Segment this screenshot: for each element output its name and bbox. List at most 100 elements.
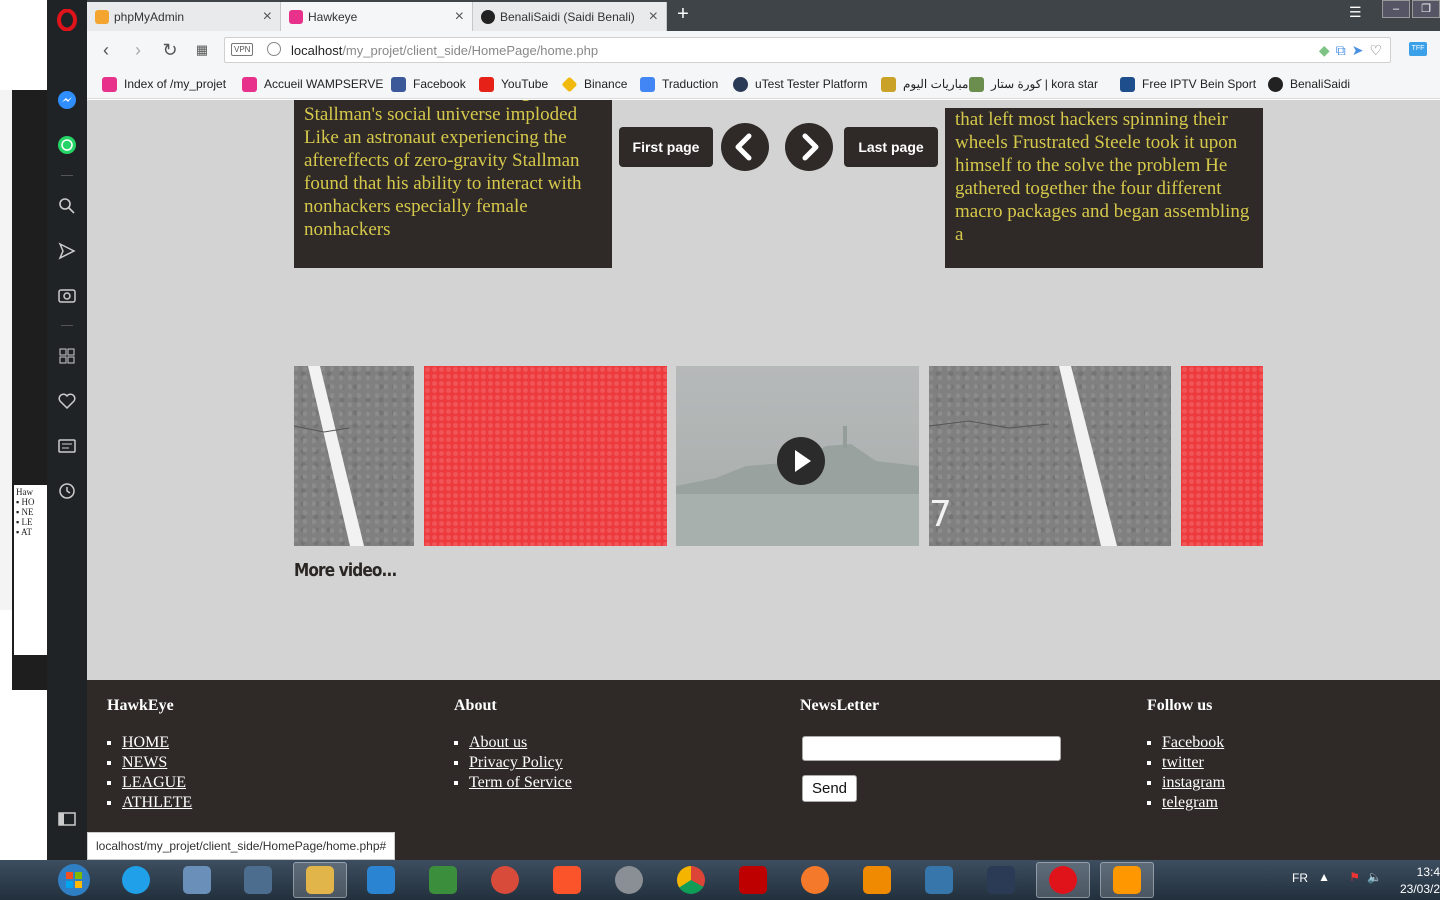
speed-dial-icon[interactable]: [47, 341, 87, 371]
footer-link-terms[interactable]: Term of Service: [469, 774, 572, 791]
camera-icon[interactable]: [47, 280, 87, 310]
close-icon[interactable]: ×: [649, 8, 658, 26]
taskbar-app[interactable]: [478, 862, 532, 898]
footer-link-telegram[interactable]: telegram: [1162, 794, 1218, 811]
url-text[interactable]: localhost/my_projet/client_side/HomePage…: [291, 43, 598, 58]
close-icon[interactable]: ×: [455, 8, 464, 26]
translate-icon[interactable]: ⧉: [1336, 42, 1346, 59]
taskbar-chrome[interactable]: [664, 862, 718, 898]
sidebar-toggle-icon[interactable]: [47, 804, 87, 834]
bookmark-label: Facebook: [413, 77, 466, 91]
taskbar-blender[interactable]: [788, 862, 842, 898]
more-video-link[interactable]: More video...: [294, 560, 397, 581]
new-tab-button[interactable]: +: [673, 4, 693, 25]
prev-page-button[interactable]: [721, 123, 769, 171]
footer-link-news[interactable]: NEWS: [122, 754, 167, 771]
tab-bar: phpMyAdmin × Hawkeye × BenaliSaidi (Said…: [87, 0, 1440, 31]
clock-time[interactable]: 13:4: [1400, 865, 1440, 879]
taskbar-app[interactable]: [602, 862, 656, 898]
whatsapp-icon[interactable]: [47, 130, 87, 160]
bookmark-heart-icon[interactable]: ♡: [1369, 42, 1382, 59]
bookmark-github[interactable]: BenaliSaidi: [1268, 76, 1350, 92]
search-icon[interactable]: [47, 191, 87, 221]
tab-phpmyadmin[interactable]: phpMyAdmin ×: [87, 2, 281, 31]
newsletter-send-button[interactable]: Send: [802, 775, 857, 802]
bookmark-korastar[interactable]: كورة ستار | kora star: [969, 76, 1098, 92]
extension-icon[interactable]: TFF: [1409, 42, 1427, 56]
history-icon[interactable]: [47, 476, 87, 506]
bookmark-wampserver[interactable]: Accueil WAMPSERVE: [242, 76, 383, 92]
minimize-button[interactable]: –: [1382, 0, 1410, 18]
taskbar-monitor[interactable]: [416, 862, 470, 898]
opera-menu-icon[interactable]: [47, 5, 87, 35]
footer-link-instagram[interactable]: instagram: [1162, 774, 1225, 791]
address-field[interactable]: VPN localhost/my_projet/client_side/Home…: [224, 37, 1391, 63]
taskbar-explorer[interactable]: [293, 862, 347, 898]
video-thumbnail[interactable]: [676, 366, 919, 546]
taskbar-python[interactable]: [912, 862, 966, 898]
bookmark-utest[interactable]: uTest Tester Platform: [733, 76, 868, 92]
footer-link-privacy[interactable]: Privacy Policy: [469, 754, 563, 771]
taskbar-keyboard[interactable]: [231, 862, 285, 898]
taskbar-calculator[interactable]: [170, 862, 224, 898]
brave-icon: [553, 866, 581, 894]
bookmark-binance[interactable]: Binance: [561, 76, 627, 92]
footer-link-home[interactable]: HOME: [122, 734, 169, 751]
messenger-icon[interactable]: [47, 85, 87, 115]
bookmark-matches[interactable]: مباريات اليوم: [881, 76, 968, 92]
video-thumbnail[interactable]: [1181, 366, 1263, 546]
taskbar-internet-explorer[interactable]: [109, 862, 163, 898]
footer-link-league[interactable]: LEAGUE: [122, 774, 186, 791]
tab-menu-icon[interactable]: ☰: [1349, 4, 1362, 21]
bookmark-iptv[interactable]: Free IPTV Bein Sport: [1120, 76, 1256, 92]
clock-date[interactable]: 23/03/2: [1400, 882, 1440, 896]
bookmark-index[interactable]: Index of /my_projet: [102, 76, 226, 92]
maximize-button[interactable]: ❐: [1412, 0, 1440, 18]
tabs-grid-icon[interactable]: ▦: [191, 39, 213, 61]
bookmark-traduction[interactable]: Traduction: [640, 76, 718, 92]
keyboard-icon: [244, 866, 272, 894]
play-icon[interactable]: [776, 436, 826, 486]
forward-button[interactable]: ›: [127, 39, 149, 61]
vpn-badge[interactable]: VPN: [231, 43, 254, 56]
close-icon[interactable]: ×: [263, 8, 272, 26]
footer-link-twitter[interactable]: twitter: [1162, 754, 1204, 771]
taskbar-video-editor[interactable]: [974, 862, 1028, 898]
video-thumbnail[interactable]: [424, 366, 667, 546]
news-icon[interactable]: [47, 431, 87, 461]
start-button[interactable]: [47, 862, 101, 898]
language-indicator[interactable]: FR: [1292, 871, 1308, 885]
newsletter-email-input[interactable]: [802, 736, 1061, 761]
first-page-button[interactable]: First page: [619, 127, 713, 167]
sidebar-separator: [61, 175, 73, 176]
footer-link-about-us[interactable]: About us: [469, 734, 527, 751]
last-page-button[interactable]: Last page: [844, 127, 938, 167]
next-page-button[interactable]: [785, 123, 833, 171]
bookmark-facebook[interactable]: Facebook: [391, 76, 466, 92]
back-button[interactable]: ‹: [95, 39, 117, 61]
taskbar-media-player[interactable]: [354, 862, 408, 898]
tab-github[interactable]: BenaliSaidi (Saidi Benali) ×: [473, 2, 667, 31]
address-toolbar: ‹ › ↻ ▦ VPN localhost/my_projet/client_s…: [87, 31, 1440, 69]
share-icon[interactable]: ➤: [1352, 42, 1364, 59]
heart-icon[interactable]: [47, 386, 87, 416]
taskbar-vlc[interactable]: [850, 862, 904, 898]
taskbar-filezilla[interactable]: [726, 862, 780, 898]
taskbar-opera[interactable]: [1036, 862, 1090, 898]
send-icon[interactable]: [47, 236, 87, 266]
taskbar-sublime[interactable]: [1100, 862, 1154, 898]
footer-link-athlete[interactable]: ATHLETE: [122, 794, 192, 811]
volume-icon[interactable]: 🔈: [1367, 870, 1382, 884]
bookmark-label: uTest Tester Platform: [755, 77, 868, 91]
tray-expand-icon[interactable]: ▲: [1318, 870, 1330, 884]
reload-button[interactable]: ↻: [159, 39, 181, 61]
video-thumbnail[interactable]: [294, 366, 414, 546]
tab-hawkeye[interactable]: Hawkeye ×: [281, 2, 473, 31]
extension-cube-icon[interactable]: ◆: [1319, 42, 1330, 59]
bookmark-youtube[interactable]: YouTube: [479, 76, 548, 92]
video-thumbnail[interactable]: 7: [929, 366, 1171, 546]
right-article-card: that left most hackers spinning their wh…: [945, 108, 1263, 268]
taskbar-brave[interactable]: [540, 862, 594, 898]
footer-link-facebook[interactable]: Facebook: [1162, 734, 1224, 751]
action-center-flag-icon[interactable]: ⚑: [1349, 870, 1360, 884]
